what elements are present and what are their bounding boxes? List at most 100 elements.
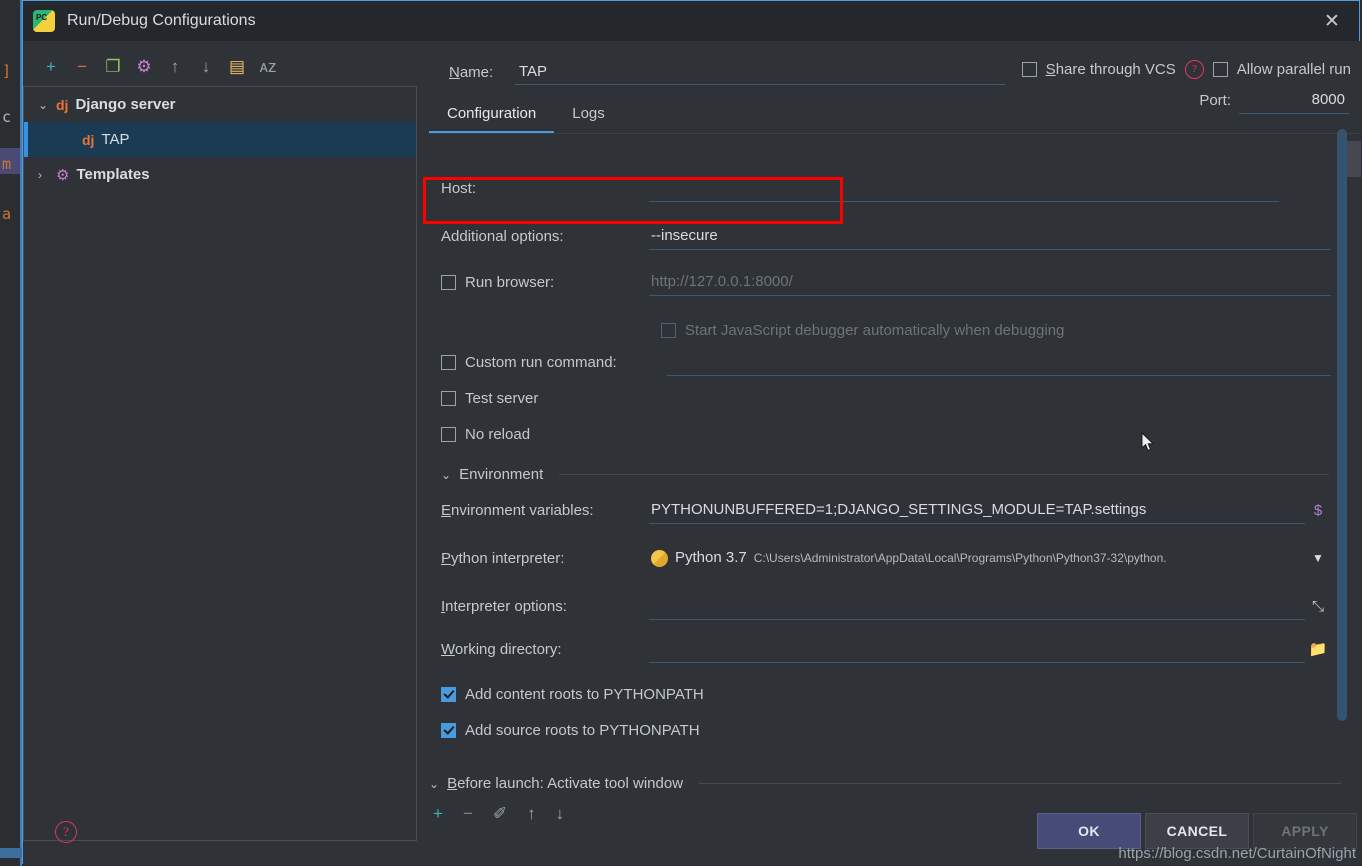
edit-task-button[interactable]: ✐ [493, 805, 507, 822]
vcs-options-group: Share through VCS ? Allow parallel run [1021, 55, 1351, 83]
editor-glyph-3: a [2, 205, 12, 223]
copy-configuration-button[interactable]: ❐ [103, 56, 123, 76]
environment-section-label: Environment [459, 466, 544, 483]
no-reload-checkbox[interactable] [441, 426, 456, 442]
share-through-vcs-label[interactable]: Share through VCS [1046, 61, 1176, 78]
add-task-button[interactable]: + [433, 805, 443, 822]
no-reload-row: No reload [441, 418, 530, 450]
remove-configuration-button[interactable]: − [72, 56, 92, 76]
add-content-roots-checkbox[interactable] [441, 686, 456, 702]
python-interpreter-path: C:\Users\Administrator\AppData\Local\Pro… [753, 551, 1167, 565]
tree-item-templates[interactable]: › ⚙ Templates [24, 157, 416, 192]
editor-glyph-1: c [2, 108, 12, 126]
configuration-form: Host: Additional options: --insecure Run… [429, 134, 1331, 741]
tree-item-tap[interactable]: dj TAP [24, 122, 416, 157]
add-content-roots-label[interactable]: Add content roots to PYTHONPATH [465, 686, 704, 703]
remove-task-button[interactable]: − [463, 805, 473, 822]
tree-item-label: TAP [101, 131, 130, 148]
additional-options-input[interactable]: --insecure [649, 222, 1331, 250]
python-icon [651, 549, 668, 567]
form-scrollbar-thumb[interactable] [1337, 129, 1347, 721]
cancel-button[interactable]: CANCEL [1145, 813, 1249, 849]
host-input[interactable] [649, 174, 1279, 202]
configurations-left-panel: + − ❐ ⚙ ↑ ↓ ▤ ᴀᴢ ⌄ dj Django server dj TAP › ⚙ Templat… [23, 41, 419, 865]
custom-run-command-input[interactable] [667, 348, 1331, 376]
port-label: Port: [1199, 91, 1231, 109]
interpreter-options-input[interactable] [649, 592, 1305, 620]
editor-glyph-0: ] [2, 62, 12, 80]
python-interpreter-row: Python interpreter: Python 3.7 C:\Users\… [429, 538, 1331, 578]
environment-chevron-down-icon[interactable]: ⌄ [441, 468, 451, 482]
js-debugger-label[interactable]: Start JavaScript debugger automatically … [685, 322, 1064, 339]
form-scrollbar-track[interactable] [1337, 89, 1347, 849]
test-server-label[interactable]: Test server [465, 390, 538, 407]
run-browser-label[interactable]: Run browser: [465, 274, 554, 291]
name-input[interactable]: TAP [515, 59, 1005, 85]
test-server-checkbox[interactable] [441, 390, 456, 406]
custom-run-command-row: Custom run command: [429, 342, 1331, 382]
sort-alphabetically-button[interactable]: ᴀᴢ [258, 56, 278, 76]
tree-item-label: Templates [76, 166, 150, 183]
new-folder-button[interactable]: ▤ [227, 56, 247, 76]
dialog-title: Run/Debug Configurations [67, 12, 256, 29]
before-launch-chevron-down-icon[interactable]: ⌄ [429, 777, 439, 791]
edit-templates-button[interactable]: ⚙ [134, 56, 154, 76]
python-interpreter-chevron-down-icon[interactable]: ▼ [1305, 551, 1331, 565]
watermark: https://blog.csdn.net/CurtainOfNight [1118, 845, 1356, 862]
pycharm-icon [33, 10, 55, 32]
chevron-right-icon[interactable]: › [38, 168, 56, 182]
test-server-row: Test server [441, 382, 538, 414]
editor-glyph-2: m [2, 155, 12, 173]
no-reload-label[interactable]: No reload [465, 426, 530, 443]
add-source-roots-checkbox[interactable] [441, 722, 456, 738]
run-browser-row: Run browser: http://127.0.0.1:8000/ [429, 262, 1331, 302]
tree-item-django-server[interactable]: ⌄ dj Django server [24, 87, 416, 122]
custom-run-command-label[interactable]: Custom run command: [465, 354, 617, 371]
interpreter-options-row: Interpreter options: ⤡ [429, 586, 1331, 626]
run-browser-url-input[interactable]: http://127.0.0.1:8000/ [649, 268, 1331, 296]
allow-parallel-run-checkbox[interactable] [1212, 61, 1228, 77]
task-move-up-button[interactable]: ↑ [527, 805, 536, 822]
allow-parallel-run-label[interactable]: Allow parallel run [1237, 61, 1351, 78]
ok-button[interactable]: OK [1037, 813, 1141, 849]
vcs-help-icon[interactable]: ? [1184, 59, 1204, 79]
configurations-tree[interactable]: ⌄ dj Django server dj TAP › ⚙ Templates [23, 86, 417, 841]
environment-variables-row: Environment variables: PYTHONUNBUFFERED=… [429, 490, 1331, 530]
before-launch-label: Before launch: Activate tool window [447, 775, 684, 792]
add-source-roots-row: Add source roots to PYTHONPATH [441, 714, 700, 741]
before-launch-toolbar: + − ✐ ↑ ↓ [433, 805, 564, 822]
run-browser-checkbox[interactable] [441, 274, 456, 290]
host-label: Host: [441, 179, 477, 197]
dollar-macros-icon[interactable]: $ [1305, 502, 1331, 519]
help-button[interactable]: ? [55, 821, 77, 843]
python-interpreter-name: Python 3.7 [675, 549, 747, 566]
tab-configuration[interactable]: Configuration [429, 105, 555, 133]
task-move-down-button[interactable]: ↓ [556, 805, 565, 822]
environment-section-header: ⌄ Environment [441, 466, 1329, 483]
editor-gutter [0, 0, 22, 866]
add-source-roots-label[interactable]: Add source roots to PYTHONPATH [465, 722, 700, 739]
working-directory-input[interactable] [649, 635, 1305, 663]
share-through-vcs-checkbox[interactable] [1021, 61, 1037, 77]
custom-run-command-checkbox[interactable] [441, 354, 456, 370]
expand-editor-icon[interactable]: ⤡ [1305, 598, 1331, 615]
python-interpreter-label: Python interpreter: [441, 549, 565, 567]
chevron-down-icon[interactable]: ⌄ [38, 98, 56, 112]
port-input[interactable]: 8000 [1239, 86, 1349, 114]
additional-options-label: Additional options: [441, 227, 564, 245]
tree-item-label: Django server [75, 96, 176, 113]
run-browser-label-group: Run browser: [429, 274, 649, 291]
environment-variables-input[interactable]: PYTHONUNBUFFERED=1;DJANGO_SETTINGS_MODUL… [649, 496, 1305, 524]
django-badge-icon: dj [82, 131, 95, 148]
add-configuration-button[interactable]: + [41, 56, 61, 76]
run-debug-configurations-dialog: Run/Debug Configurations ✕ +−❐⚙↑↓▤ᴀᴢ ⌄dj… [22, 0, 1361, 865]
python-interpreter-value[interactable]: Python 3.7 C:\Users\Administrator\AppDat… [649, 544, 1305, 572]
move-down-button[interactable]: ↓ [196, 56, 216, 76]
move-up-button[interactable]: ↑ [165, 56, 185, 76]
add-content-roots-row: Add content roots to PYTHONPATH [441, 678, 704, 710]
js-debugger-checkbox[interactable] [661, 322, 676, 338]
tab-logs[interactable]: Logs [554, 105, 623, 133]
close-icon[interactable]: ✕ [1309, 3, 1355, 39]
editor-tabs: Configuration Logs [429, 97, 623, 133]
folder-browse-icon[interactable]: 📁 [1305, 640, 1331, 658]
